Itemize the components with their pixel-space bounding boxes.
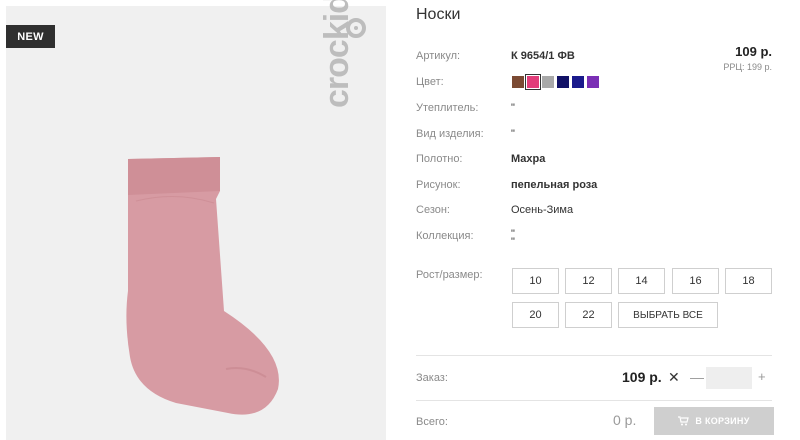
- total-label: Всего:: [416, 416, 448, 428]
- color-swatch-blue[interactable]: [572, 76, 584, 88]
- select-all-sizes-button[interactable]: ВЫБРАТЬ ВСЕ: [618, 302, 718, 328]
- size-option[interactable]: 18: [725, 268, 772, 294]
- product-title: Носки: [416, 6, 461, 23]
- size-option[interactable]: 12: [565, 268, 612, 294]
- add-to-cart-label: В КОРЗИНУ: [695, 416, 750, 426]
- total-value: 0 р.: [613, 412, 637, 428]
- color-swatch-gray[interactable]: [542, 76, 554, 88]
- color-label: Цвет:: [416, 76, 444, 88]
- size-option[interactable]: 22: [565, 302, 612, 328]
- size-option[interactable]: 14: [618, 268, 665, 294]
- size-label: Рост/размер:: [416, 269, 483, 281]
- color-swatch-purple[interactable]: [587, 76, 599, 88]
- collection-label: Коллекция:: [416, 230, 474, 242]
- collection-value-2: ": [511, 236, 515, 248]
- pattern-value: пепельная роза: [511, 179, 598, 191]
- season-label: Сезон:: [416, 204, 450, 216]
- fabric-label: Полотно:: [416, 153, 463, 165]
- insulation-label: Утеплитель:: [416, 102, 479, 114]
- brand-logo: crockid: [318, 0, 356, 108]
- increase-quantity-button[interactable]: +: [758, 369, 766, 384]
- color-swatch-pink[interactable]: [525, 74, 541, 90]
- season-value: Осень-Зима: [511, 204, 574, 216]
- times-icon: ✕: [668, 369, 680, 385]
- cart-icon: [678, 416, 690, 426]
- pattern-label: Рисунок:: [416, 179, 461, 191]
- price: 109 р.: [735, 44, 772, 59]
- item-type-label: Вид изделия:: [416, 128, 484, 140]
- size-option[interactable]: 20: [512, 302, 559, 328]
- insulation-value: ": [511, 102, 515, 114]
- order-label: Заказ:: [416, 372, 448, 384]
- brand-logo-icon: [346, 18, 366, 38]
- color-swatches: [512, 74, 599, 90]
- sock-image: [126, 157, 279, 415]
- article-value: К 9654/1 ФВ: [511, 50, 575, 62]
- new-badge: NEW: [6, 25, 55, 48]
- divider: [416, 400, 772, 401]
- quantity-input[interactable]: [706, 367, 752, 389]
- decrease-quantity-button[interactable]: —: [690, 369, 704, 385]
- fabric-value: Махра: [511, 153, 546, 165]
- color-swatch-brown[interactable]: [512, 76, 524, 88]
- article-label: Артикул:: [416, 50, 461, 62]
- order-price: 109 р.: [622, 369, 662, 385]
- rrp-price: РРЦ: 199 р.: [723, 62, 772, 72]
- item-type-value: ": [511, 128, 515, 140]
- size-option[interactable]: 10: [512, 268, 559, 294]
- color-swatch-navy[interactable]: [557, 76, 569, 88]
- size-option[interactable]: 16: [672, 268, 719, 294]
- add-to-cart-button[interactable]: В КОРЗИНУ: [654, 407, 774, 435]
- divider: [416, 355, 772, 356]
